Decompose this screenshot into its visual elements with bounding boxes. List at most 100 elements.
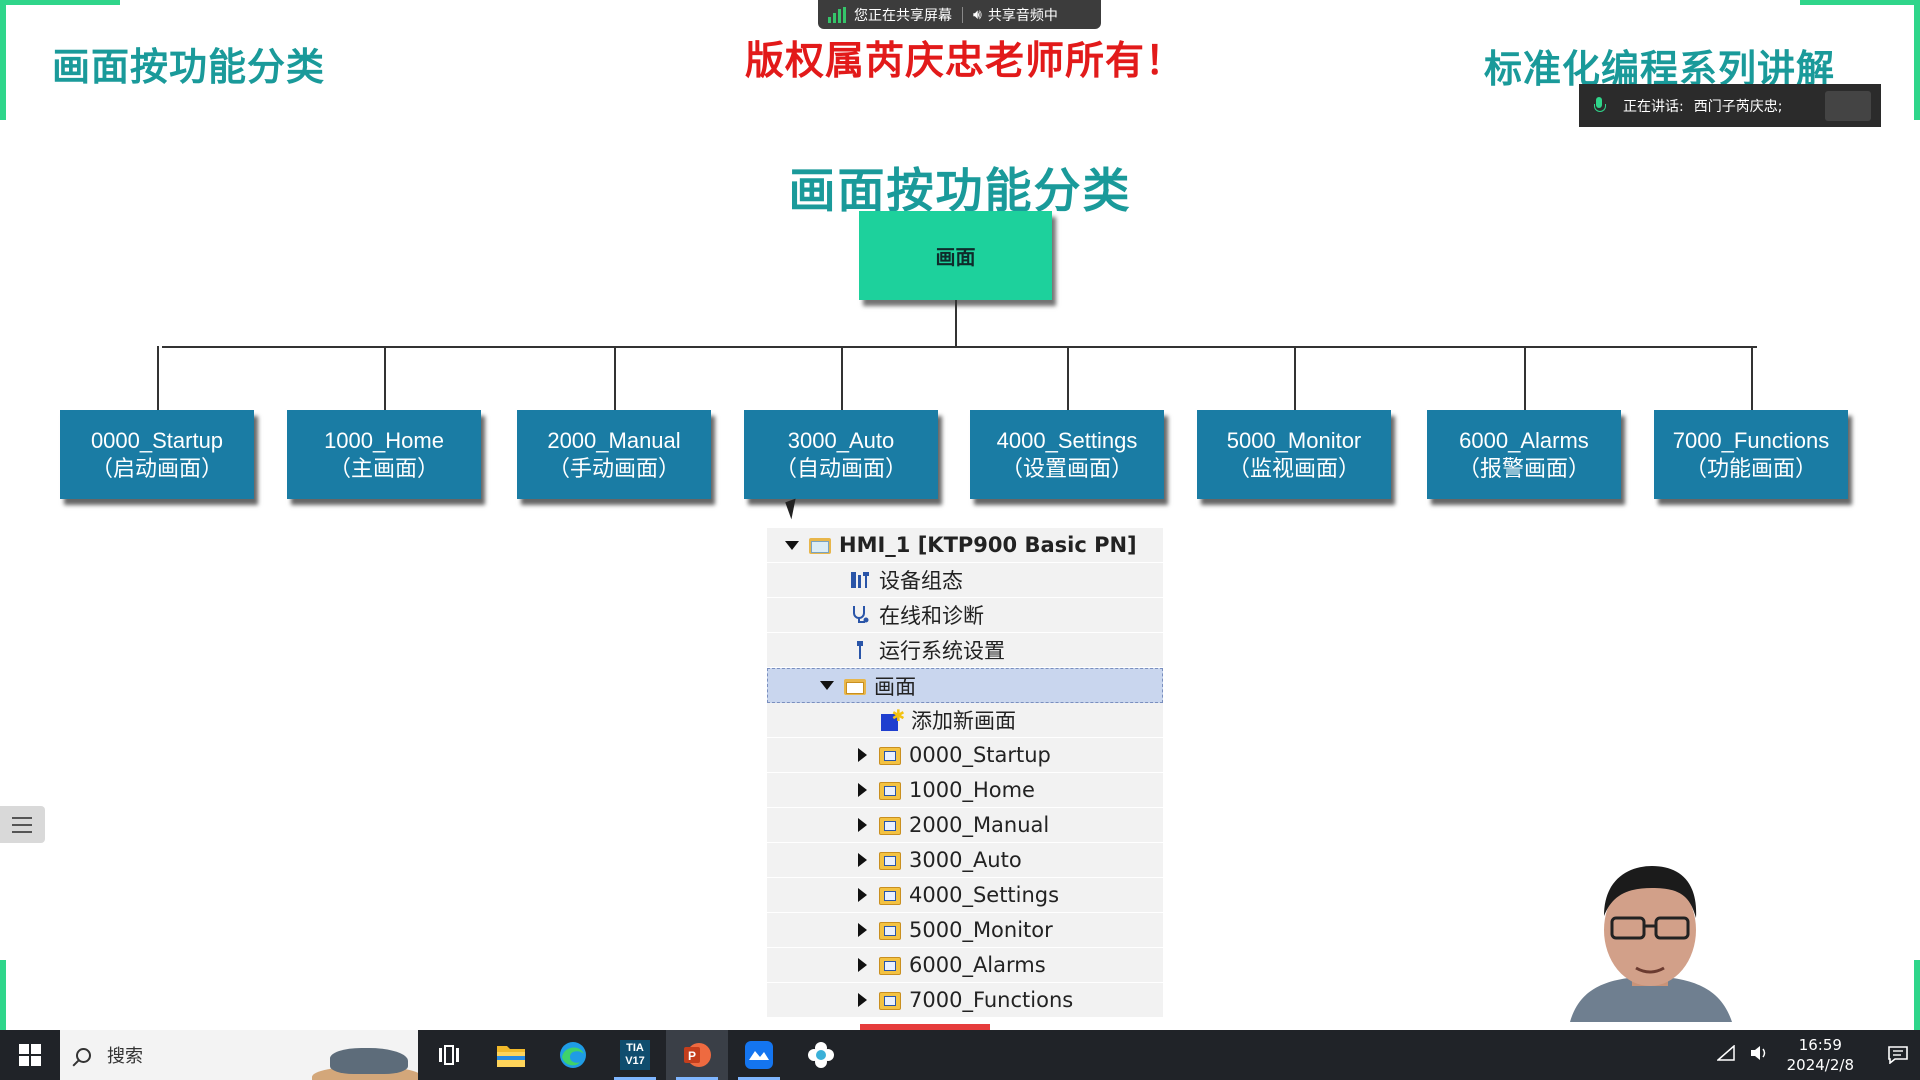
notification-icon	[1888, 1046, 1908, 1064]
tree-screen-folder[interactable]: 3000_Auto	[767, 843, 1163, 878]
screen-folder-icon	[879, 920, 901, 940]
collapse-arrow-icon[interactable]	[858, 748, 867, 762]
gear-flower-icon	[808, 1042, 834, 1068]
meeting-app-icon	[745, 1041, 773, 1069]
node-connector	[1751, 346, 1753, 410]
search-icon	[76, 1047, 91, 1063]
signal-bars-icon	[828, 6, 846, 23]
online-diagnostics-label: 在线和诊断	[879, 604, 984, 628]
corner-accent-tl-v	[0, 0, 6, 120]
tia-icon-label: TIA V17	[625, 1042, 645, 1067]
tree-screen-folder[interactable]: 7000_Functions	[767, 983, 1163, 1018]
screens-folder-label: 画面	[874, 674, 916, 699]
volume-icon[interactable]	[1749, 1045, 1769, 1065]
collapse-arrow-icon[interactable]	[858, 993, 867, 1007]
tree-screen-folder[interactable]: 5000_Monitor	[767, 913, 1163, 948]
project-tree[interactable]: HMI_1 [KTP900 Basic PN] 设备组态 在线和诊断 运行系统设…	[767, 528, 1163, 1018]
screen-folder-icon	[879, 955, 901, 975]
tree-screen-folder[interactable]: 0000_Startup	[767, 738, 1163, 773]
mouse-cursor	[785, 498, 802, 520]
screen-category-node: 4000_Settings （设置画面）	[970, 410, 1164, 499]
sharing-screen-label: 您正在共享屏幕	[854, 7, 952, 24]
node-name: 4000_Settings	[996, 427, 1138, 453]
tree-item-runtime-settings[interactable]: 运行系统设置	[767, 633, 1163, 668]
search-highlight-rock	[330, 1048, 408, 1074]
collapse-arrow-icon[interactable]	[858, 783, 867, 797]
notification-button[interactable]	[1876, 1030, 1920, 1080]
header-left-title: 画面按功能分类	[52, 45, 326, 89]
screen-folder-label: 6000_Alarms	[909, 953, 1046, 977]
device-config-icon	[849, 569, 871, 591]
tree-item-online-diagnostics[interactable]: 在线和诊断	[767, 598, 1163, 633]
wrench-icon	[849, 639, 871, 661]
node-subtitle: （报警画面）	[1457, 455, 1590, 481]
edge-browser-button[interactable]	[542, 1030, 604, 1080]
collapse-arrow-icon[interactable]	[858, 853, 867, 867]
microphone-icon	[1593, 96, 1606, 115]
corner-accent-tr-v	[1914, 0, 1920, 120]
node-name: 3000_Auto	[787, 427, 895, 453]
task-view-button[interactable]	[418, 1030, 480, 1080]
tia-portal-icon: TIA V17	[620, 1040, 650, 1070]
copyright-notice: 版权属芮庆忠老师所有！	[745, 39, 1186, 84]
network-icon[interactable]	[1715, 1044, 1735, 1065]
tree-folder-screens[interactable]: 画面	[767, 668, 1163, 703]
screen-folder-icon	[879, 780, 901, 800]
settings-app-button[interactable]	[790, 1030, 852, 1080]
runtime-settings-label: 运行系统设置	[879, 639, 1005, 663]
screen-folder-label: 7000_Functions	[909, 988, 1074, 1012]
node-name: 1000_Home	[324, 427, 444, 453]
screen-category-node: 0000_Startup （启动画面）	[60, 410, 254, 499]
screen-folder-icon	[879, 850, 901, 870]
powerpoint-icon: P	[684, 1043, 711, 1067]
taskbar-clock[interactable]: 16:59 2024/2/8	[1787, 1035, 1854, 1075]
screen-folder-label: 3000_Auto	[909, 848, 1022, 872]
tree-item-device-config[interactable]: 设备组态	[767, 563, 1163, 598]
powerpoint-button[interactable]: P	[666, 1030, 728, 1080]
side-menu-button[interactable]	[0, 806, 45, 843]
screen-folder-label: 4000_Settings	[909, 883, 1060, 907]
collapse-arrow-icon[interactable]	[858, 923, 867, 937]
node-connector	[384, 346, 386, 410]
expand-arrow-icon[interactable]	[820, 681, 834, 690]
root-connector	[955, 300, 957, 347]
tree-item-add-screen[interactable]: ✱ 添加新画面	[767, 703, 1163, 738]
expand-arrow-icon[interactable]	[785, 540, 799, 550]
sharing-audio-indicator[interactable]: 🔊︎ 共享音频中	[963, 0, 1068, 29]
collapse-arrow-icon[interactable]	[858, 818, 867, 832]
node-subtitle: （手动画面）	[547, 455, 680, 481]
slide-stage: 画面按功能分类 版权属芮庆忠老师所有！ 标准化编程系列讲解 您正在共享屏幕 🔊︎…	[0, 0, 1920, 1080]
node-name: 7000_Functions	[1672, 427, 1830, 453]
screen-share-bar[interactable]: 您正在共享屏幕 🔊︎ 共享音频中	[818, 0, 1101, 29]
node-name: 2000_Manual	[547, 427, 681, 453]
tree-screen-folder[interactable]: 4000_Settings	[767, 878, 1163, 913]
start-button[interactable]	[0, 1030, 60, 1080]
node-subtitle: （功能画面）	[1684, 455, 1817, 481]
node-connector	[841, 346, 843, 410]
speaking-banner: 正在讲话: 西门子芮庆忠;	[1579, 84, 1881, 127]
add-screen-icon: ✱	[881, 706, 905, 731]
sharing-audio-label: 共享音频中	[987, 7, 1058, 24]
taskbar-search-box[interactable]: 搜索	[60, 1030, 418, 1080]
speaker-icon: 🔊︎	[973, 6, 982, 23]
screen-folder-icon	[879, 990, 901, 1010]
tree-screen-folder[interactable]: 2000_Manual	[767, 808, 1163, 843]
corner-accent-tr	[1800, 0, 1920, 5]
collapse-arrow-icon[interactable]	[858, 888, 867, 902]
tree-device-row[interactable]: HMI_1 [KTP900 Basic PN]	[767, 528, 1163, 563]
lark-meeting-button[interactable]	[728, 1030, 790, 1080]
collapse-arrow-icon[interactable]	[858, 958, 867, 972]
root-node-screens: 画面	[859, 211, 1052, 300]
node-connector	[1067, 346, 1069, 410]
screen-category-node: 3000_Auto （自动画面）	[744, 410, 938, 499]
tia-portal-button[interactable]: TIA V17	[604, 1030, 666, 1080]
sharing-screen-indicator[interactable]: 您正在共享屏幕	[818, 0, 962, 29]
stethoscope-icon	[849, 604, 871, 626]
tree-screen-folder[interactable]: 6000_Alarms	[767, 948, 1163, 983]
device-config-label: 设备组态	[879, 569, 963, 593]
tree-screen-folder[interactable]: 1000_Home	[767, 773, 1163, 808]
device-label: HMI_1 [KTP900 Basic PN]	[839, 533, 1137, 557]
screen-folder-icon	[879, 885, 901, 905]
node-connector	[1524, 346, 1526, 410]
file-explorer-button[interactable]	[480, 1030, 542, 1080]
